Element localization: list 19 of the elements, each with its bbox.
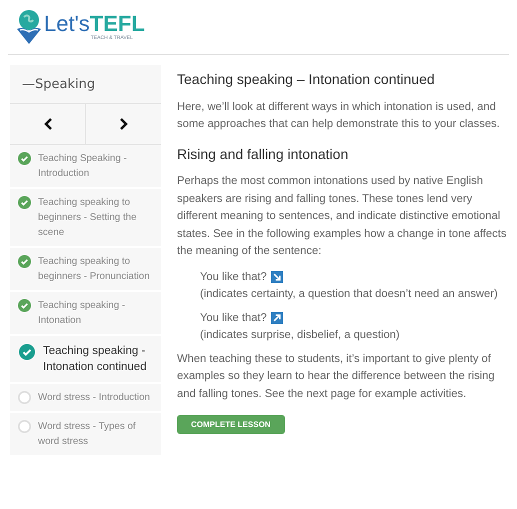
intro-paragraph: Here, we’ll look at different ways in which intonation is used, and some approaches that can help demonstrate this to your classes. xyxy=(177,100,501,132)
brand-name: Let'sTEFL xyxy=(44,13,145,35)
body-paragraph: Perhaps the most common intonations used by native English speakers are rising and falling tones. These tones lend very different meaning to sentences, and indicate distinctive emotional states. See in the following examples how a change in tone affects the meaning of the sentence: xyxy=(177,174,507,259)
lesson-item[interactable]: Teaching Speaking - Introduction xyxy=(10,145,161,189)
closing-paragraph: When teaching these to students, it’s important to give plenty of examples so they learn to hear the difference between the rising and falling tones. See the next page for example activities. xyxy=(177,352,496,402)
lesson-title: Teaching speaking – Intonation continued xyxy=(177,71,436,88)
lesson-item[interactable]: Teaching speaking to beginners - Pronunciation xyxy=(10,248,161,292)
complete-lesson-button[interactable]: COMPLETE LESSON xyxy=(177,415,285,434)
lesson-item[interactable]: Word stress - Introduction xyxy=(10,384,161,413)
lesson-item[interactable]: Teaching speaking - Intonation continued xyxy=(10,336,161,384)
example-note: (indicates surprise, disbelief, a question) xyxy=(200,328,401,343)
example-sentence: You like that? xyxy=(200,270,267,284)
section-title: —Speaking xyxy=(10,65,161,104)
lesson-item[interactable]: Teaching speaking - Intonation xyxy=(10,292,161,336)
example-note: (indicates certainty, a question that doesn’t need an answer) xyxy=(200,287,499,302)
example-sentence: You like that? xyxy=(200,310,267,326)
lesson-item[interactable]: Word stress - Types of word stress xyxy=(10,413,161,457)
lesson-item[interactable]: Teaching speaking to beginners - Setting the scene xyxy=(10,189,161,248)
section-heading: Rising and falling intonation xyxy=(177,146,350,163)
